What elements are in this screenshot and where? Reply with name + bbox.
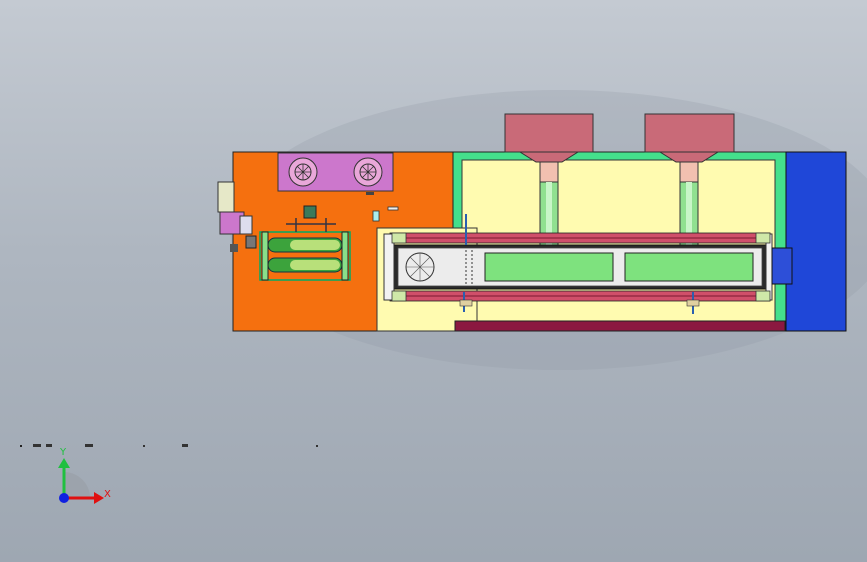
model-drawing[interactable]: Y X	[0, 0, 867, 562]
maroon-base	[454, 320, 786, 332]
triad-quadrant	[64, 472, 90, 498]
sensor-part	[372, 210, 380, 222]
bracket-part	[387, 206, 399, 211]
bolt-part	[366, 192, 374, 195]
x-axis-label: X	[104, 489, 111, 500]
cad-viewport[interactable]: Y X	[0, 0, 867, 562]
origin-dot	[59, 493, 69, 503]
fan-box[interactable]	[277, 152, 394, 192]
axis-triad[interactable]: Y X	[58, 447, 111, 504]
y-axis-label: Y	[59, 447, 67, 458]
conveyor-belt[interactable]	[383, 232, 773, 302]
